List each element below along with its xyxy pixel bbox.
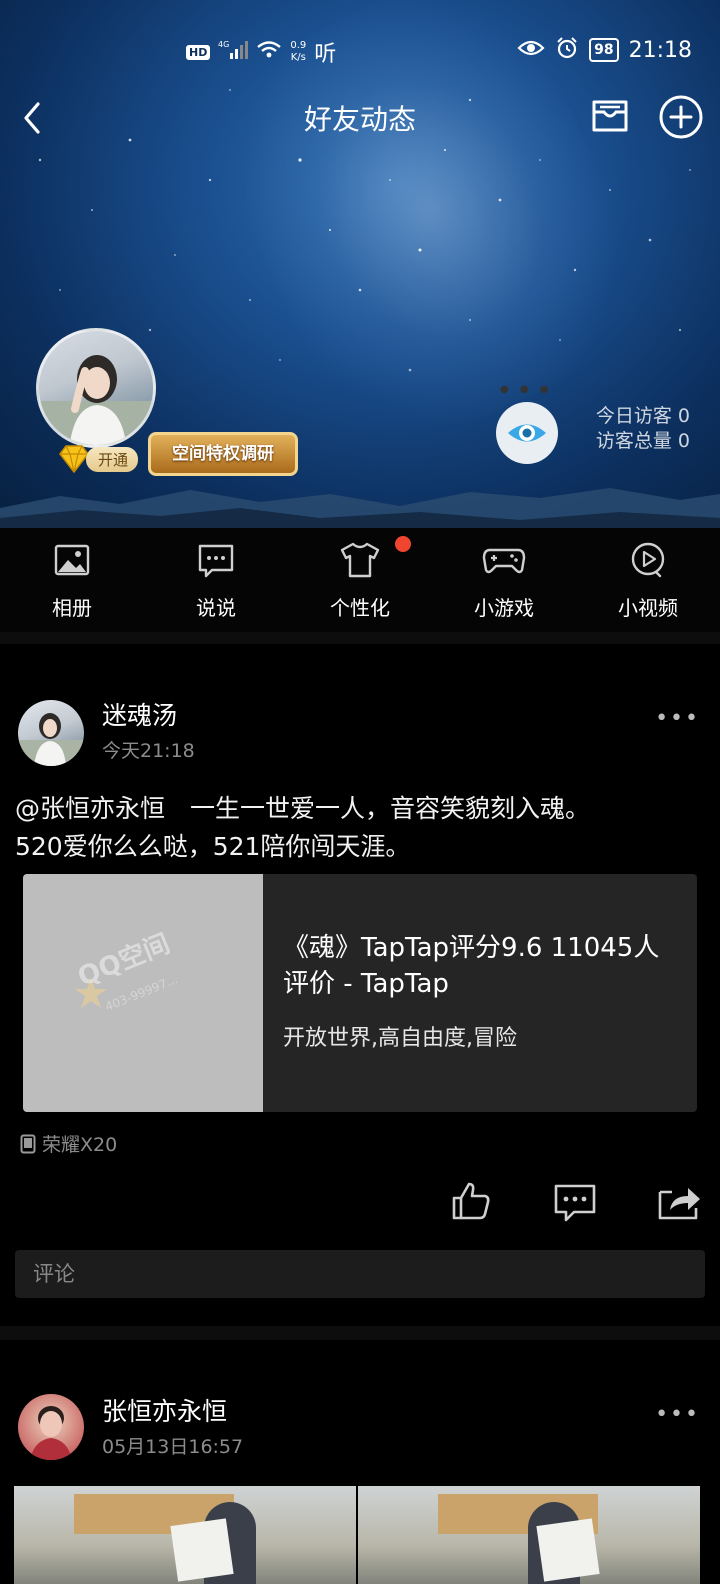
share-icon: [658, 1188, 700, 1220]
status-bar: HD 4G 0.9 K/s 听 98 21:18: [0, 28, 720, 72]
share-button[interactable]: [656, 1178, 702, 1224]
comment-input[interactable]: 评论: [15, 1250, 705, 1298]
eye-comfort-icon: [517, 38, 545, 62]
notification-dot: [395, 536, 411, 552]
quick-item-shuoshuo[interactable]: 说说: [144, 538, 288, 621]
plus-circle-icon: [659, 95, 703, 139]
quick-item-album[interactable]: 相册: [0, 538, 144, 621]
avatar-photo: [30, 1406, 72, 1460]
link-title: 《魂》TapTap评分9.6 11045人评价 - TapTap: [283, 933, 660, 999]
section-divider: [0, 1326, 720, 1340]
link-description: 开放世界,高自由度,冒险: [283, 1026, 517, 1051]
visitor-stats[interactable]: 今日访客 0 访客总量 0: [596, 404, 690, 454]
post-text: @张恒亦永恒 一生一世爱一人，音容笑貌刻入魂。 520爱你么么哒，521陪你闯天…: [15, 790, 705, 866]
like-button[interactable]: [448, 1178, 494, 1224]
post-text-line: @张恒亦永恒 一生一世爱一人，音容笑貌刻入魂。: [15, 794, 591, 823]
device-tag: 荣耀X20: [20, 1130, 117, 1157]
profile-header: HD 4G 0.9 K/s 听 98 21:18 好友动态 开通 空间特权调研 …: [0, 0, 720, 528]
svg-text:4G: 4G: [218, 40, 229, 49]
hd-indicator: HD: [186, 44, 211, 60]
quick-item-games[interactable]: 小游戏: [432, 538, 576, 621]
visitor-button[interactable]: [496, 402, 558, 464]
avatar[interactable]: [18, 700, 84, 766]
post-text-line: 520爱你么么哒，521陪你闯天涯。: [15, 832, 411, 861]
avatar[interactable]: [18, 1394, 84, 1460]
post-photo[interactable]: [14, 1486, 356, 1584]
visitors-today: 今日访客 0: [595, 405, 690, 427]
quick-label-personalize: 个性化: [330, 596, 390, 620]
feed-post: 迷魂汤 今天21:18 ••• @张恒亦永恒 一生一世爱一人，音容笑貌刻入魂。 …: [0, 644, 720, 1324]
add-post-button[interactable]: [658, 94, 704, 140]
more-options-icon[interactable]: •••: [655, 706, 700, 731]
nav-bar: 好友动态: [0, 90, 720, 146]
post-time: 05月13日16:57: [102, 1436, 244, 1458]
post-time: 今天21:18: [102, 740, 195, 762]
inbox-button[interactable]: [588, 94, 632, 138]
quick-entry-bar: 相册 说说 个性化 小游戏 小视频: [0, 528, 720, 632]
quick-label-games: 小游戏: [474, 596, 534, 620]
thumbs-up-icon: [452, 1182, 490, 1220]
more-options-icon[interactable]: •••: [655, 1402, 700, 1427]
quick-label-video: 小视频: [618, 596, 678, 620]
comment-icon: [554, 1184, 596, 1222]
section-divider: [0, 632, 720, 644]
alarm-icon: [555, 36, 579, 64]
device-name: 荣耀X20: [42, 1134, 118, 1156]
link-card[interactable]: QQ空间 403-99997... 《魂》TapTap评分9.6 11045人评…: [23, 874, 697, 1112]
quick-label-album: 相册: [52, 596, 92, 620]
quick-label-shuoshuo: 说说: [196, 596, 236, 620]
avatar-photo: [18, 713, 84, 766]
vip-open-button[interactable]: 开通: [56, 444, 139, 474]
battery-indicator: 98: [589, 38, 619, 62]
shirt-icon: [340, 542, 380, 578]
feed-post: 张恒亦永恒 05月13日16:57 •••: [0, 1340, 720, 1584]
shuoshuo-icon: [198, 544, 234, 578]
profile-avatar[interactable]: [36, 328, 156, 448]
visitor-dots: ● ● ●: [500, 384, 553, 395]
mountain-silhouette: [0, 488, 720, 528]
phone-icon: [20, 1134, 36, 1153]
paper-sheet: [536, 1518, 600, 1582]
listen-icon: 听: [314, 42, 337, 67]
quick-item-personalize[interactable]: 个性化: [288, 538, 432, 621]
paper-sheet: [170, 1518, 234, 1582]
post-username[interactable]: 迷魂汤: [102, 696, 177, 732]
inbox-icon: [592, 100, 628, 132]
chevron-left-icon: [24, 102, 40, 134]
comment-button[interactable]: [552, 1178, 598, 1224]
post-photo[interactable]: [358, 1486, 700, 1584]
video-icon: [631, 542, 665, 578]
quick-item-video[interactable]: 小视频: [576, 538, 720, 621]
link-thumbnail: QQ空间 403-99997...: [23, 874, 263, 1112]
status-time: 21:18: [628, 37, 692, 63]
privilege-survey-banner[interactable]: 空间特权调研: [148, 432, 298, 476]
post-username[interactable]: 张恒亦永恒: [102, 1392, 227, 1428]
album-icon: [54, 544, 90, 576]
vip-open-label: 开通: [86, 446, 139, 472]
network-speed: 0.9 K/s: [290, 40, 307, 63]
gamepad-icon: [482, 548, 526, 574]
visitors-total: 访客总量 0: [595, 430, 690, 452]
wifi-icon: [256, 40, 282, 64]
eye-icon: [508, 424, 546, 442]
signal-icon: 4G: [218, 39, 249, 65]
back-button[interactable]: [14, 98, 54, 138]
